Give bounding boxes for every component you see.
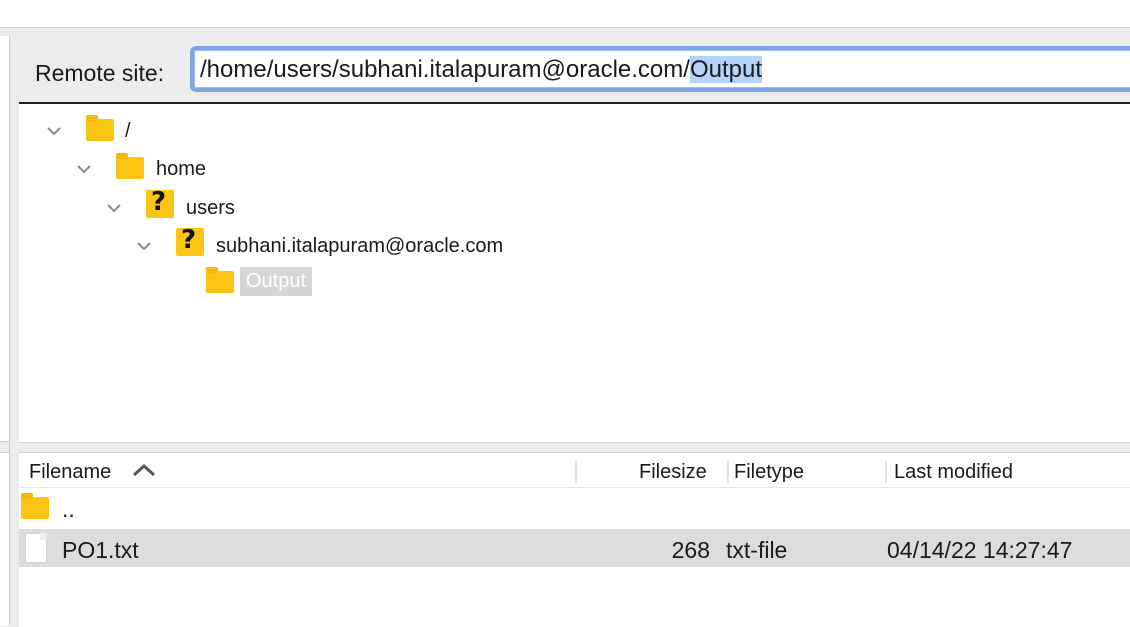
remote-site-bar: Remote site: /home/users/subhani.italapu… (19, 36, 1130, 102)
cell-last-modified: 04/14/22 14:27:47 (887, 537, 1073, 563)
open-folder-icon (206, 267, 234, 294)
column-header-filesize[interactable]: Filesize (639, 461, 707, 484)
table-row[interactable]: PO1.txt 268 txt-file 04/14/22 14:27:47 (19, 529, 1130, 567)
folder-icon (21, 493, 49, 520)
chevron-down-icon[interactable] (45, 122, 63, 140)
column-header-last-modified[interactable]: Last modified (894, 461, 1013, 484)
tree-node-label: home (156, 158, 207, 180)
tree-node-label-selected: Output (240, 267, 313, 296)
column-divider[interactable] (575, 461, 577, 483)
remote-file-list[interactable]: Filename Filesize Filetype Last modified… (19, 452, 1130, 627)
top-toolbar-strip (0, 0, 1130, 28)
tree-node-label: / (125, 120, 131, 142)
tree-node-label: users (186, 197, 235, 219)
file-icon (25, 533, 47, 563)
column-header-filetype[interactable]: Filetype (734, 461, 804, 484)
chevron-down-icon[interactable] (75, 160, 93, 178)
folder-icon (116, 153, 144, 180)
cell-filesize: 268 (671, 537, 710, 563)
column-divider[interactable] (727, 461, 729, 483)
file-list-header: Filename Filesize Filetype Last modified (19, 453, 1130, 488)
column-header-filename[interactable]: Filename (29, 461, 111, 484)
pane-splitter[interactable] (0, 441, 9, 453)
cell-filename: .. (62, 496, 75, 522)
local-pane-edge (0, 36, 10, 626)
unknown-folder-icon: ? (176, 225, 204, 256)
remote-path-selected-text: Output (689, 56, 762, 83)
unknown-folder-icon: ? (146, 187, 174, 218)
remote-path-prefix: /home/users/subhani.italapuram@oracle.co… (200, 56, 690, 83)
table-row-parent-dir[interactable]: .. (19, 490, 1130, 528)
cell-filename: PO1.txt (62, 537, 139, 563)
remote-site-label: Remote site: (35, 60, 165, 86)
chevron-down-icon[interactable] (135, 237, 153, 255)
folder-icon (86, 115, 114, 142)
column-divider[interactable] (885, 461, 887, 483)
remote-directory-tree[interactable]: / home ? users ? subhani.italapuram@orac… (19, 102, 1130, 443)
sort-ascending-icon[interactable] (131, 462, 157, 478)
remote-site-input[interactable]: /home/users/subhani.italapuram@oracle.co… (190, 46, 1130, 92)
cell-filetype: txt-file (726, 537, 788, 563)
chevron-down-icon[interactable] (105, 199, 123, 217)
tree-node-label: subhani.italapuram@oracle.com (216, 235, 504, 257)
